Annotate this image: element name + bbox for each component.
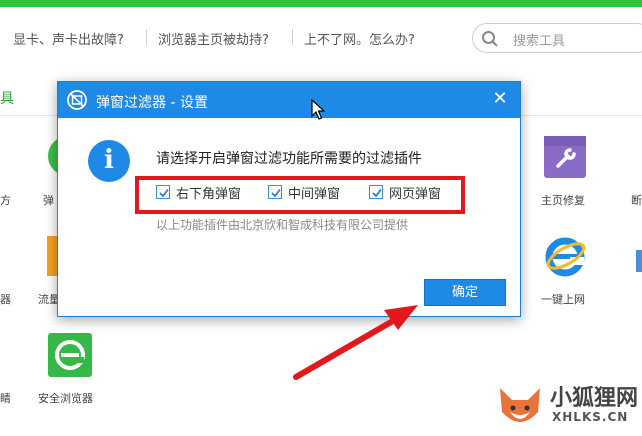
fox-logo-icon: [500, 388, 540, 422]
tile-icon-partial[interactable]: [636, 250, 642, 272]
ok-button[interactable]: 确定: [424, 279, 506, 306]
info-icon: i: [88, 140, 130, 182]
provider-note: 以上功能插件由北京欣和智成科技有限公司提供: [156, 218, 409, 232]
tile-label-secure-browser[interactable]: 安全浏览器: [38, 390, 93, 406]
checkbox[interactable]: [156, 185, 170, 199]
tile-label-one-click-online[interactable]: 一键上网: [541, 291, 585, 307]
section-title: 具: [0, 91, 14, 107]
dialog-title: 弹窗过滤器 - 设置: [96, 95, 208, 111]
tile-label-partial: 器: [0, 293, 11, 306]
popup-filter-settings-dialog: 弹窗过滤器 - 设置 ✕ i 请选择开启弹窗过滤功能所需要的过滤插件 右下角弹窗…: [57, 81, 521, 317]
top-toolbar: 显卡、声卡出故障? 浏览器主页被劫持? 上不了网。怎么办? 搜索工具: [0, 7, 642, 67]
tile-label-partial: 断: [631, 194, 642, 207]
divider: [292, 29, 293, 45]
tile-label-partial: 睛: [0, 392, 11, 405]
check-icon: [271, 188, 281, 198]
faq-link-sound-card[interactable]: 显卡、声卡出故障?: [13, 29, 124, 48]
tile-label-partial: 方: [0, 194, 11, 207]
mouse-cursor-icon: [311, 99, 325, 120]
search-icon: [482, 31, 498, 47]
option-label: 中间弹窗: [288, 187, 341, 202]
popup-blocker-icon: [67, 90, 87, 110]
orange-tile-icon[interactable]: [47, 236, 57, 276]
tile-label-homepage-repair[interactable]: 主页修复: [541, 192, 585, 208]
watermark-cn: 小狐狸网: [550, 386, 639, 411]
search-box[interactable]: 搜索工具: [472, 23, 642, 53]
option-label: 右下角弹窗: [176, 187, 242, 202]
search-placeholder: 搜索工具: [513, 34, 566, 49]
checkbox[interactable]: [268, 185, 282, 199]
check-icon: [372, 188, 382, 198]
watermark-en: XHLKS.CN: [552, 410, 629, 424]
option-label: 网页弹窗: [389, 187, 442, 202]
divider: [146, 29, 147, 45]
check-icon: [159, 188, 169, 198]
dialog-title-bar[interactable]: 弹窗过滤器 - 设置 ✕: [58, 82, 520, 118]
site-watermark: 小狐狸网 XHLKS.CN: [494, 380, 642, 436]
close-icon[interactable]: ✕: [489, 88, 511, 110]
top-accent-bar: [0, 0, 642, 7]
faq-link-homepage-hijack[interactable]: 浏览器主页被劫持?: [158, 29, 269, 48]
tile-label-partial: 弹: [43, 194, 54, 207]
dialog-prompt: 请选择开启弹窗过滤功能所需要的过滤插件: [156, 151, 422, 167]
checkbox[interactable]: [369, 185, 383, 199]
wrench-icon[interactable]: [544, 136, 586, 178]
ie-browser-icon[interactable]: [544, 234, 586, 278]
faq-link-no-internet[interactable]: 上不了网。怎么办?: [304, 29, 415, 48]
secure-browser-icon[interactable]: [48, 333, 92, 377]
